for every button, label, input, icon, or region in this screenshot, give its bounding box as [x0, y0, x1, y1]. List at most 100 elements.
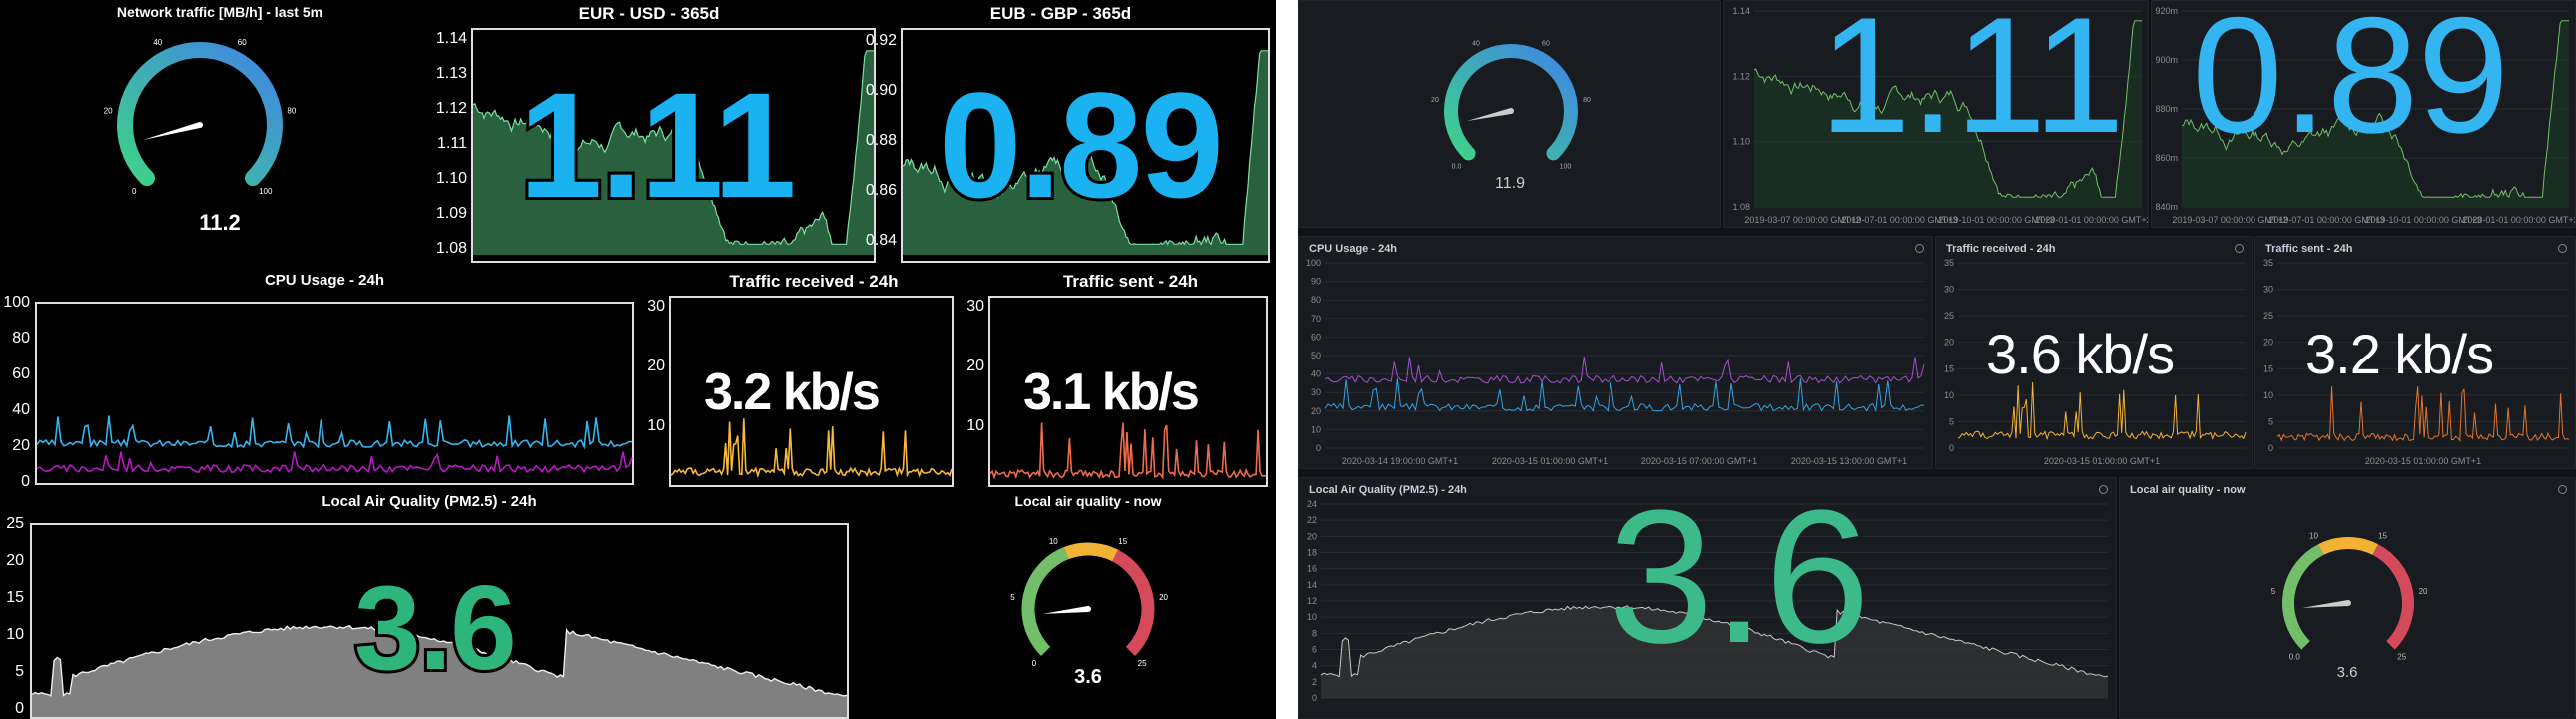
y-tick-label: 0.84 [866, 232, 897, 249]
y-tick-label: 35 [2263, 258, 2273, 268]
y-tick-label: 1.13 [436, 65, 467, 82]
r-cpu-series-a-line [1324, 378, 1925, 413]
network-traffic-panel[interactable]: Network traffic [MB/h] - last 5m 0 20 40 60… [70, 0, 369, 250]
y-tick-label: 5 [1949, 416, 1954, 426]
y-tick-label: 10 [1307, 612, 1317, 622]
r-traffic-sent-value: 3.2 kb/s [2305, 323, 2494, 385]
y-tick-label: 30 [647, 298, 665, 315]
y-tick-label: 20 [2263, 338, 2273, 348]
r-traffic-received-panel[interactable]: Traffic received - 24h 35 30 25 20 15 10 5 0 202… [1935, 236, 2253, 469]
y-tick-label: 90 [1311, 277, 1321, 287]
y-tick-label: 15 [1944, 363, 1954, 373]
legacy-dashboard: Network traffic [MB/h] - last 5m 0 20 40 60… [0, 0, 1276, 719]
y-tick-label: 5 [2268, 416, 2273, 426]
y-tick-label: 840m [2155, 202, 2178, 212]
r-air-quality-now-panel[interactable]: Local air quality - now 0.0 5 10 15 20 25 3.6 [2119, 477, 2576, 719]
y-tick-label: 60 [12, 365, 30, 382]
r-traffic-sent-panel[interactable]: Traffic sent - 24h 35 30 25 20 15 10 5 0 2020-03… [2254, 236, 2576, 469]
y-tick-label: 1.09 [436, 205, 467, 222]
gauge-tick-label: 20 [1431, 97, 1439, 104]
r-eur-usd-value: 1.11 [1819, 0, 2125, 167]
r-eur-usd-panel[interactable]: 1.14 1.12 1.10 1.08 2019-03-07 00:00:00 GMT+… [1723, 0, 2149, 228]
y-tick-label: 16 [1307, 564, 1317, 574]
cpu-series-b-line [36, 451, 633, 474]
x-tick-label: 2020-03-14 19:00:00 GMT+1 [1342, 456, 1458, 466]
y-tick-label: 0 [15, 700, 24, 717]
y-tick-label: 25 [2263, 311, 2273, 321]
y-tick-label: 1.10 [1732, 137, 1750, 147]
r-eur-gbp-panel[interactable]: 920m 900m 880m 860m 840m 2019-03-07 00:00:00 … [2151, 0, 2576, 228]
grafana-dashboard: 0.0 20 40 60 80 100 11.9 1.14 1.12 1.10 1.08 2019… [1298, 0, 2576, 719]
y-tick-label: 80 [12, 330, 30, 347]
y-tick-label: 40 [1311, 369, 1321, 379]
y-tick-label: 10 [2263, 390, 2273, 400]
gauge-tick-label: 80 [287, 106, 296, 115]
gauge-tick-label: 100 [259, 187, 273, 196]
gauge-tick-label: 20 [2419, 587, 2428, 596]
y-tick-label: 30 [1311, 387, 1321, 397]
cpu-usage-title: CPU Usage - 24h [264, 272, 385, 289]
recv-series-line [670, 418, 953, 479]
eur-usd-value: 1.11 [516, 61, 800, 229]
traffic-received-panel[interactable]: Traffic received - 24h 30 20 10 3.2 kb/s [639, 268, 959, 492]
y-tick-label: 24 [1307, 499, 1317, 509]
gauge-band [2282, 544, 2324, 650]
gauge-tick-label: 40 [1472, 40, 1480, 47]
traffic-received-y-axis: 30 20 10 [647, 298, 665, 434]
r-traffic-received-value: 3.6 kb/s [1986, 323, 2175, 385]
air-quality-now-panel[interactable]: Local air quality - now 0 5 10 15 20 25 3.6 [939, 489, 1238, 719]
y-tick-label: 0.86 [866, 182, 897, 199]
traffic-sent-value: 3.1 kb/s [1021, 361, 1202, 423]
y-tick-label: 12 [1307, 596, 1317, 606]
y-tick-label: 15 [6, 589, 24, 606]
gauge-tick-label: 100 [1560, 163, 1572, 170]
gauge-needle-hub [197, 122, 203, 128]
r-cpu-chart: 10090807060504030201002020-03-14 19:00:0… [1306, 258, 1925, 466]
eur-usd-y-axis: 1.14 1.13 1.12 1.11 1.10 1.09 1.08 [436, 30, 467, 257]
gauge-needle [1467, 108, 1512, 122]
gauge-band [2372, 544, 2414, 650]
gauge-tick-label: 60 [238, 38, 247, 47]
gauge-tick-label: 60 [1542, 40, 1550, 47]
y-tick-label: 900m [2155, 55, 2178, 65]
cpu-usage-chart [36, 415, 633, 474]
eur-gbp-panel[interactable]: EUB - GBP - 365d 0.92 0.90 0.88 0.86 0.84 0.… [849, 0, 1273, 265]
cpu-y-axis: 100 80 60 40 20 0 [3, 294, 30, 490]
gauge-arc [117, 42, 283, 187]
r-cpu-series-b-line [1324, 356, 1925, 384]
cpu-usage-panel[interactable]: CPU Usage - 24h 100 80 60 40 20 0 [0, 268, 649, 490]
x-tick-label: 2020-01-01 00:00:00 GMT+2 [2462, 215, 2576, 225]
y-tick-label: 22 [1307, 515, 1317, 525]
gauge-tick-label: 40 [153, 38, 162, 47]
y-tick-label: 2 [1312, 677, 1317, 687]
eur-usd-title: EUR - USD - 365d [578, 4, 720, 23]
y-tick-label: 100 [3, 294, 30, 311]
y-tick-label: 1.08 [1732, 202, 1750, 212]
air-quality-panel[interactable]: Local Air Quality (PM2.5) - 24h 25 20 15 10… [0, 489, 859, 719]
r-air-quality-panel[interactable]: Local Air Quality (PM2.5) - 24h 24 22 20 18… [1298, 477, 2117, 719]
eur-gbp-title: EUB - GBP - 365d [989, 4, 1132, 23]
network-traffic-value: 11.2 [199, 210, 241, 235]
eur-usd-panel[interactable]: EUR - USD - 365d 1.14 1.13 1.12 1.11 1.10 1.0… [419, 0, 879, 265]
y-tick-label: 10 [1311, 424, 1321, 434]
traffic-sent-y-axis: 30 20 10 [966, 298, 984, 434]
y-tick-label: 0 [1949, 443, 1954, 453]
y-tick-label: 60 [1311, 332, 1321, 342]
y-tick-label: 20 [966, 358, 984, 374]
gauge-tick-label: 20 [1159, 593, 1168, 602]
y-tick-label: 920m [2155, 6, 2178, 16]
gauge-band [1112, 549, 1155, 657]
r-network-panel[interactable]: 0.0 20 40 60 80 100 11.9 [1298, 0, 1721, 228]
y-tick-label: 880m [2155, 104, 2178, 114]
r-air-quality-value: 3.6 [1609, 477, 1870, 683]
traffic-sent-title: Traffic sent - 24h [1062, 272, 1199, 291]
x-tick-label: 2020-03-15 13:00:00 GMT+1 [1791, 456, 1907, 466]
y-tick-label: 20 [647, 358, 665, 374]
r-network-value: 11.9 [1495, 175, 1525, 192]
traffic-sent-panel[interactable]: Traffic sent - 24h 30 20 10 3.1 kb/s [959, 268, 1273, 492]
y-tick-label: 35 [1944, 258, 1954, 268]
eur-gbp-y-axis: 0.92 0.90 0.88 0.86 0.84 [866, 32, 897, 249]
y-tick-label: 1.14 [1732, 6, 1750, 16]
y-tick-label: 4 [1312, 661, 1317, 671]
r-cpu-panel[interactable]: CPU Usage - 24h 100 90 80 70 60 50 40 30 20 10 0 20… [1298, 236, 1933, 469]
